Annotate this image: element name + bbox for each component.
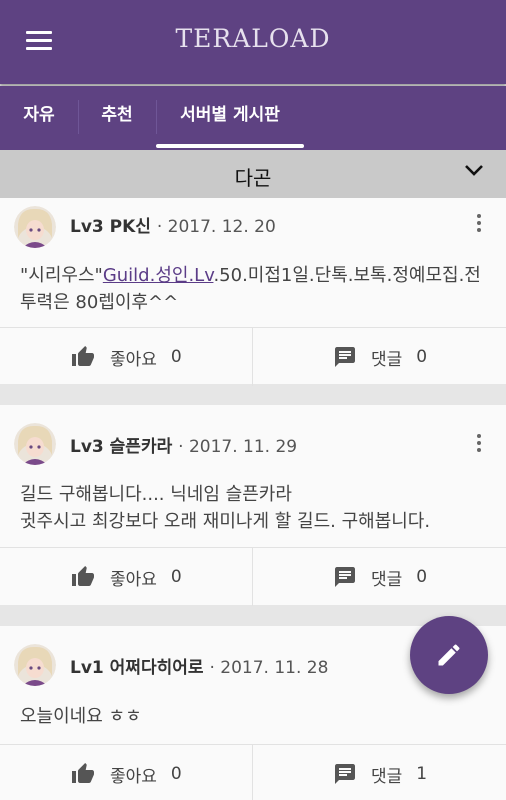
comment-icon (335, 567, 355, 587)
avatar (14, 206, 56, 248)
more-vert-icon[interactable] (476, 434, 482, 454)
action-divider (252, 745, 253, 800)
server-filter-dropdown[interactable]: 다곤 (0, 150, 506, 198)
chevron-down-icon[interactable] (464, 164, 484, 176)
post-body: 길드 구해봅니다.... 닉네임 슬픈카라 귓주시고 최강보다 오래 재미나게 … (20, 481, 490, 535)
tab-free[interactable]: 자유 (8, 86, 70, 150)
post-body-line: 귓주시고 최강보다 오래 재미나게 할 길드. 구해봅니다. (20, 511, 431, 532)
tab-server-board[interactable]: 서버별 게시판 (158, 86, 302, 150)
avatar (14, 644, 56, 686)
tab-recommended[interactable]: 추천 (84, 86, 150, 150)
active-tab-indicator (156, 144, 304, 148)
post-body: 오늘이네요 ㅎㅎ (20, 703, 490, 730)
post-date: 2017. 11. 29 (188, 437, 298, 457)
thumb-up-icon (72, 346, 94, 366)
guild-link[interactable]: Guild.성인.Lv (103, 265, 214, 286)
like-label: 좋아요 (110, 766, 157, 787)
comment-icon (335, 764, 355, 784)
action-divider (252, 328, 253, 386)
thumb-up-icon (72, 566, 94, 586)
post-actions: 좋아요 0 댓글 0 (0, 327, 506, 386)
tab-divider (156, 100, 157, 134)
comment-count: 0 (416, 567, 428, 587)
like-count: 0 (170, 764, 182, 784)
like-button[interactable]: 좋아요 0 (70, 548, 182, 606)
like-label: 좋아요 (110, 349, 157, 370)
post-body: "시리우스"Guild.성인.Lv.50.미접1일.단톡.보톡.정예모집.전투력… (20, 262, 490, 316)
comment-count: 0 (416, 347, 428, 367)
comment-button[interactable]: 댓글 1 (333, 745, 427, 800)
post-actions: 좋아요 0 댓글 1 (0, 744, 506, 800)
like-count: 0 (170, 567, 182, 587)
comment-button[interactable]: 댓글 0 (333, 548, 427, 606)
post-date: 2017. 11. 28 (220, 658, 329, 678)
post-author[interactable]: Lv1 어쩌다히어로 · 2017. 11. 28 (70, 653, 328, 678)
post-date: 2017. 12. 20 (167, 217, 276, 237)
post-author[interactable]: Lv3 슬픈카라 · 2017. 11. 29 (70, 432, 297, 457)
thumb-up-icon (72, 763, 94, 783)
like-count: 0 (170, 347, 182, 367)
avatar (14, 423, 56, 465)
post-author-name: Lv3 슬픈카라 (70, 437, 173, 457)
post-actions: 좋아요 0 댓글 0 (0, 547, 506, 606)
like-button[interactable]: 좋아요 0 (70, 745, 182, 800)
post-body-line: 오늘이네요 ㅎㅎ (20, 706, 142, 727)
tab-divider (78, 100, 79, 134)
comment-label: 댓글 (371, 766, 403, 787)
post-body-line: 길드 구해봅니다.... 닉네임 슬픈카라 (20, 484, 292, 505)
server-filter-value: 다곤 (234, 166, 272, 190)
comment-icon (335, 347, 355, 367)
post-card[interactable]: Lv3 PK신 · 2017. 12. 20 "시리우스"Guild.성인.Lv… (0, 198, 506, 386)
post-author-name: Lv1 어쩌다히어로 (70, 658, 204, 678)
more-vert-icon[interactable] (476, 214, 482, 234)
app-title: TERALOAD (175, 24, 331, 53)
post-author[interactable]: Lv3 PK신 · 2017. 12. 20 (70, 212, 276, 237)
write-post-button[interactable] (410, 616, 488, 694)
post-body-text: "시리우스" (20, 265, 103, 286)
comment-label: 댓글 (371, 349, 403, 370)
like-button[interactable]: 좋아요 0 (70, 328, 182, 386)
action-divider (252, 548, 253, 606)
comment-label: 댓글 (371, 569, 403, 590)
comment-button[interactable]: 댓글 0 (333, 328, 427, 386)
like-label: 좋아요 (110, 569, 157, 590)
pencil-icon (438, 644, 460, 666)
app-bar: TERALOAD (0, 0, 506, 84)
post-card[interactable]: Lv3 슬픈카라 · 2017. 11. 29 길드 구해봅니다.... 닉네임… (0, 405, 506, 606)
post-author-name: Lv3 PK신 (70, 217, 151, 237)
comment-count: 1 (416, 764, 428, 784)
tab-bar: 자유 추천 서버별 게시판 (0, 86, 506, 150)
